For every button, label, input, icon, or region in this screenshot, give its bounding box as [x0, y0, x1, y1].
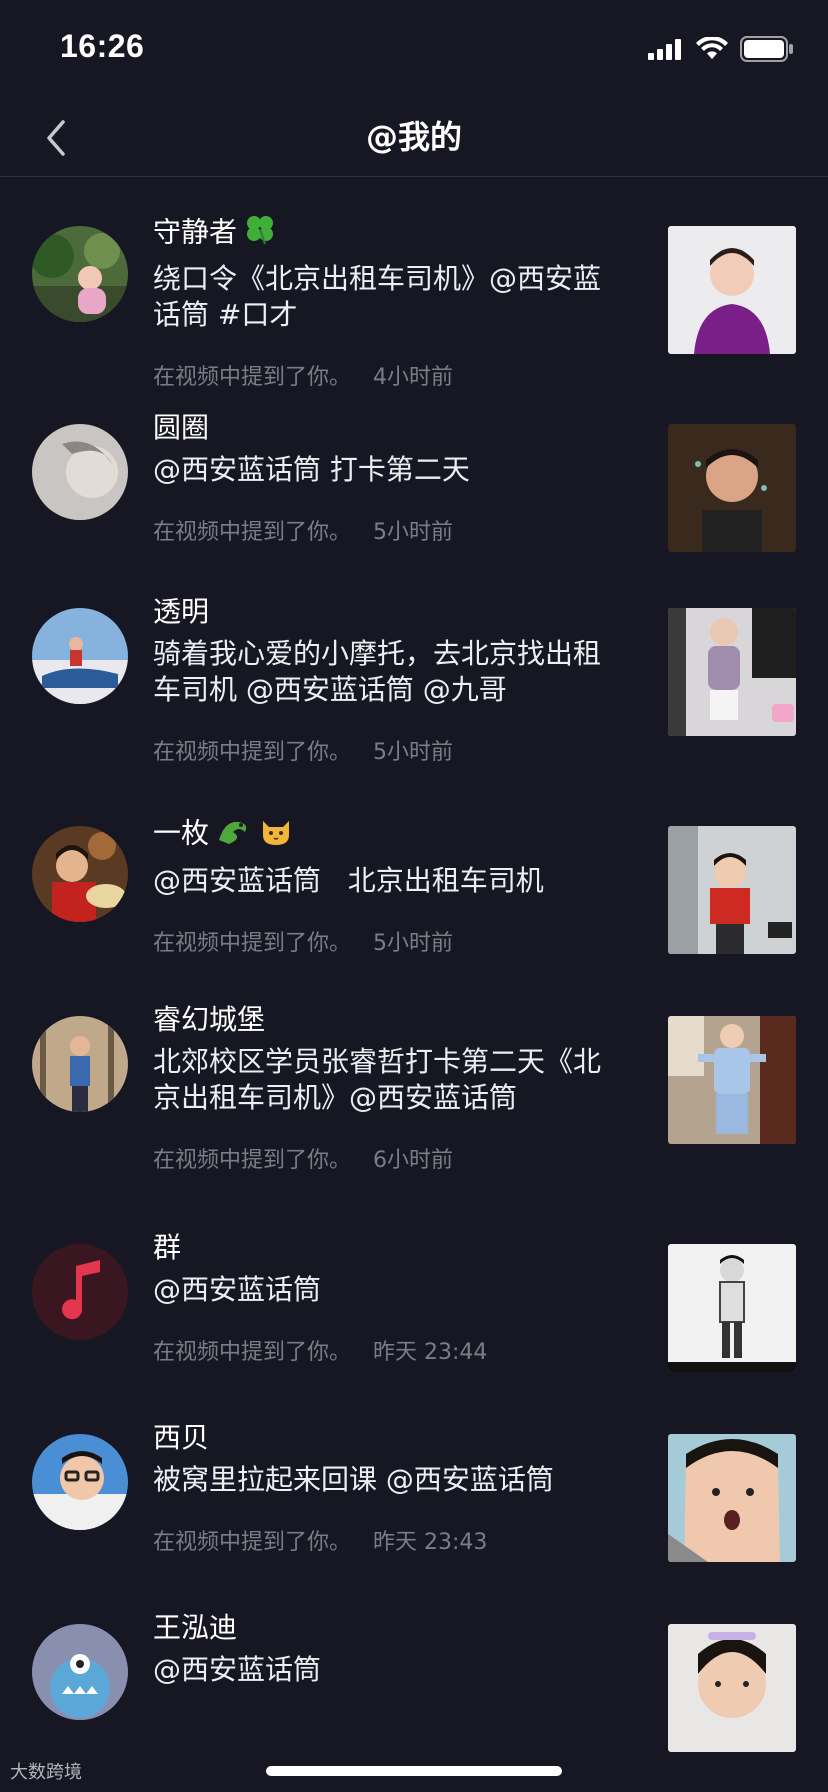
- item-content: 守静者 绕口令《北京出租车司机》@西安蓝话筒 #口才 在视频中提到了你。 4小时前: [153, 212, 623, 391]
- mention-text: 绕口令《北京出租车司机》@西安蓝话筒 #口才: [153, 262, 602, 331]
- mention-text: @西安蓝话筒: [153, 1273, 322, 1306]
- list-item[interactable]: 群 @西安蓝话筒 在视频中提到了你。 昨天 23:44: [0, 1214, 828, 1404]
- mention-time: 昨天 23:44: [373, 1340, 488, 1365]
- four-leaf-clover-icon: [243, 212, 277, 255]
- mention-action: 在视频中提到了你。: [153, 931, 352, 956]
- mention-time: 6小时前: [373, 1148, 454, 1173]
- mention-action: 在视频中提到了你。: [153, 1530, 352, 1555]
- user-name[interactable]: 透明: [153, 594, 623, 630]
- mention-action: 在视频中提到了你。: [153, 1148, 352, 1173]
- mention-text: @西安蓝话筒 打卡第二天: [153, 453, 470, 486]
- mention-meta: 在视频中提到了你。 6小时前: [153, 1142, 623, 1174]
- avatar[interactable]: [32, 424, 128, 520]
- avatar[interactable]: [32, 1244, 128, 1340]
- video-thumbnail[interactable]: [668, 1244, 796, 1372]
- mention-meta: 在视频中提到了你。 昨天 23:44: [153, 1334, 623, 1366]
- mention-action: 在视频中提到了你。: [153, 740, 352, 765]
- video-thumbnail[interactable]: [668, 608, 796, 736]
- list-item[interactable]: 王泓迪 @西安蓝话筒: [0, 1594, 828, 1752]
- mention-time: 昨天 23:43: [373, 1530, 488, 1555]
- status-time: 16:26: [60, 28, 145, 64]
- item-content: 西贝 被窝里拉起来回课 @西安蓝话筒 在视频中提到了你。 昨天 23:43: [153, 1420, 623, 1556]
- video-thumbnail[interactable]: [668, 424, 796, 552]
- list-item[interactable]: 透明 骑着我心爱的小摩托，去北京找出租车司机 @西安蓝话筒 @九哥 在视频中提到…: [0, 568, 828, 796]
- mention-action: 在视频中提到了你。: [153, 1340, 352, 1365]
- item-content: 一枚 @西安蓝话筒 北京出租车司机 在视频中提到了你。 5小时前: [153, 812, 623, 957]
- mentions-list: 守静者 绕口令《北京出租车司机》@西安蓝话筒 #口才 在视频中提到了你。 4小时前: [0, 178, 828, 1752]
- item-content: 王泓迪 @西安蓝话筒: [153, 1610, 623, 1688]
- home-indicator[interactable]: [266, 1766, 562, 1776]
- mention-meta: 在视频中提到了你。 5小时前: [153, 734, 623, 766]
- item-content: 圆圈 @西安蓝话筒 打卡第二天 在视频中提到了你。 5小时前: [153, 410, 623, 546]
- nav-bar: @我的: [0, 100, 828, 177]
- mention-time: 5小时前: [373, 931, 454, 956]
- mention-text: 北郊校区学员张睿哲打卡第二天《北京出租车司机》@西安蓝话筒: [153, 1045, 602, 1114]
- item-content: 群 @西安蓝话筒 在视频中提到了你。 昨天 23:44: [153, 1230, 623, 1366]
- user-name[interactable]: 睿幻城堡: [153, 1002, 623, 1038]
- avatar[interactable]: [32, 608, 128, 704]
- list-item[interactable]: 圆圈 @西安蓝话筒 打卡第二天 在视频中提到了你。 5小时前: [0, 376, 828, 568]
- status-bar: 16:26: [0, 0, 828, 100]
- avatar[interactable]: [32, 1434, 128, 1530]
- video-thumbnail[interactable]: [668, 1624, 796, 1752]
- video-thumbnail[interactable]: [668, 826, 796, 954]
- battery-icon: [740, 36, 793, 62]
- video-thumbnail[interactable]: [668, 226, 796, 354]
- avatar[interactable]: [32, 226, 128, 322]
- mention-text: 骑着我心爱的小摩托，去北京找出租车司机 @西安蓝话筒 @九哥: [153, 637, 602, 706]
- user-name[interactable]: 守静者: [153, 212, 623, 255]
- avatar[interactable]: [32, 1016, 128, 1112]
- mention-meta: 在视频中提到了你。 5小时前: [153, 514, 623, 546]
- mention-text: 被窝里拉起来回课 @西安蓝话筒: [153, 1463, 554, 1496]
- video-thumbnail[interactable]: [668, 1434, 796, 1562]
- cat-face-icon: [259, 813, 293, 856]
- user-name[interactable]: 圆圈: [153, 410, 623, 446]
- video-thumbnail[interactable]: [668, 1016, 796, 1144]
- wifi-icon: [696, 37, 728, 59]
- mention-meta: 在视频中提到了你。 昨天 23:43: [153, 1524, 623, 1556]
- list-item[interactable]: 西贝 被窝里拉起来回课 @西安蓝话筒 在视频中提到了你。 昨天 23:43: [0, 1404, 828, 1594]
- watermark: 大数跨境: [10, 1762, 82, 1783]
- list-item[interactable]: 睿幻城堡 北郊校区学员张睿哲打卡第二天《北京出租车司机》@西安蓝话筒 在视频中提…: [0, 986, 828, 1214]
- avatar[interactable]: [32, 1624, 128, 1720]
- signal-icon: [648, 39, 681, 60]
- mention-text: @西安蓝话筒 北京出租车司机: [153, 864, 544, 897]
- mention-time: 5小时前: [373, 520, 454, 545]
- mention-action: 在视频中提到了你。: [153, 520, 352, 545]
- mention-time: 5小时前: [373, 740, 454, 765]
- mention-text: @西安蓝话筒: [153, 1653, 322, 1686]
- avatar[interactable]: [32, 826, 128, 922]
- user-name[interactable]: 王泓迪: [153, 1610, 623, 1646]
- item-content: 睿幻城堡 北郊校区学员张睿哲打卡第二天《北京出租车司机》@西安蓝话筒 在视频中提…: [153, 1002, 623, 1174]
- mention-meta: 在视频中提到了你。 5小时前: [153, 925, 623, 957]
- user-name[interactable]: 西贝: [153, 1420, 623, 1456]
- list-item[interactable]: 一枚 @西安蓝话筒 北京出租车司机 在视频中提到了你。 5小时前: [0, 796, 828, 986]
- user-name[interactable]: 群: [153, 1230, 623, 1266]
- user-name[interactable]: 一枚: [153, 812, 623, 857]
- item-content: 透明 骑着我心爱的小摩托，去北京找出租车司机 @西安蓝话筒 @九哥 在视频中提到…: [153, 594, 623, 766]
- status-icons: [648, 36, 794, 62]
- list-item[interactable]: 守静者 绕口令《北京出租车司机》@西安蓝话筒 #口才 在视频中提到了你。 4小时前: [0, 178, 828, 390]
- dragon-icon: [215, 812, 253, 857]
- page-title: @我的: [365, 118, 462, 156]
